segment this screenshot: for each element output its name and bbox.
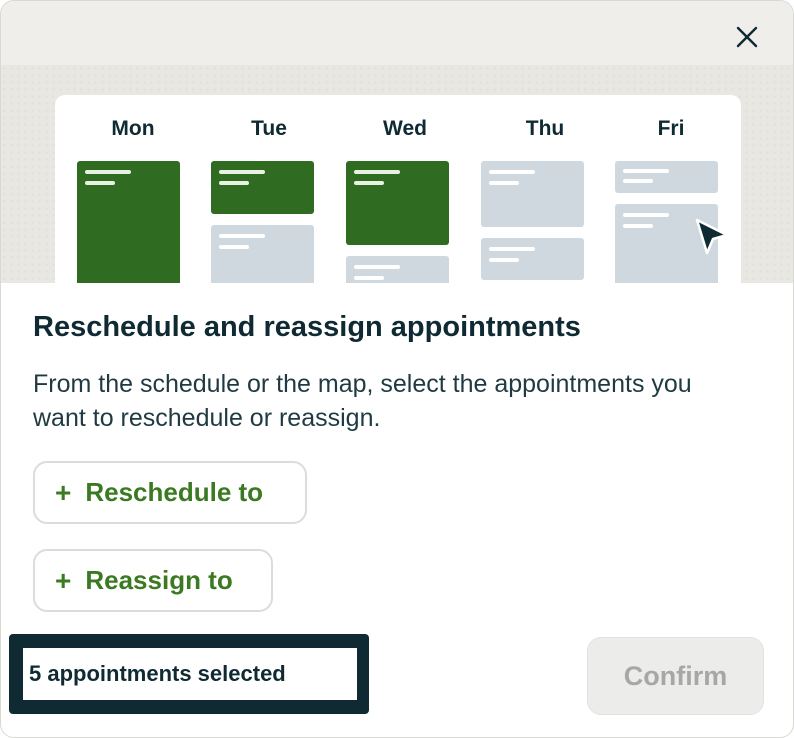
day-label-tue: Tue	[251, 117, 287, 140]
reassign-to-label: Reassign to	[85, 565, 233, 595]
selection-count-highlight: 5 appointments selected	[9, 634, 369, 714]
plus-icon: +	[55, 564, 72, 596]
close-icon	[736, 26, 758, 48]
appointment-block	[211, 225, 314, 283]
appointment-block-selected	[77, 161, 180, 283]
selection-count-text: 5 appointments selected	[23, 648, 357, 700]
day-label-fri: Fri	[657, 117, 685, 140]
reschedule-dialog: Mon Tue Wed Thu Fri Reschedule and reass…	[0, 0, 794, 738]
appointment-block	[481, 238, 584, 280]
reassign-to-button[interactable]: + Reassign to	[33, 549, 273, 612]
plus-icon: +	[55, 476, 72, 508]
dialog-header	[1, 1, 793, 65]
mouse-pointer-icon	[695, 218, 729, 255]
reschedule-to-label: Reschedule to	[85, 477, 264, 507]
dialog-description: From the schedule or the map, select the…	[33, 370, 692, 432]
confirm-button[interactable]: Confirm	[587, 637, 764, 715]
close-button[interactable]	[731, 21, 763, 53]
day-label-wed: Wed	[383, 117, 427, 140]
appointment-block-selected	[211, 161, 314, 214]
reschedule-to-button[interactable]: + Reschedule to	[33, 461, 307, 524]
appointment-block	[615, 161, 718, 193]
appointment-block	[481, 161, 584, 227]
day-label-mon: Mon	[111, 117, 155, 140]
schedule-illustration: Mon Tue Wed Thu Fri	[1, 65, 793, 283]
calendar-board: Mon Tue Wed Thu Fri	[55, 95, 741, 283]
day-label-thu: Thu	[525, 117, 565, 140]
appointment-block	[346, 256, 449, 283]
appointment-block-selected	[346, 161, 449, 245]
dialog-title: Reschedule and reassign appointments	[33, 311, 581, 343]
